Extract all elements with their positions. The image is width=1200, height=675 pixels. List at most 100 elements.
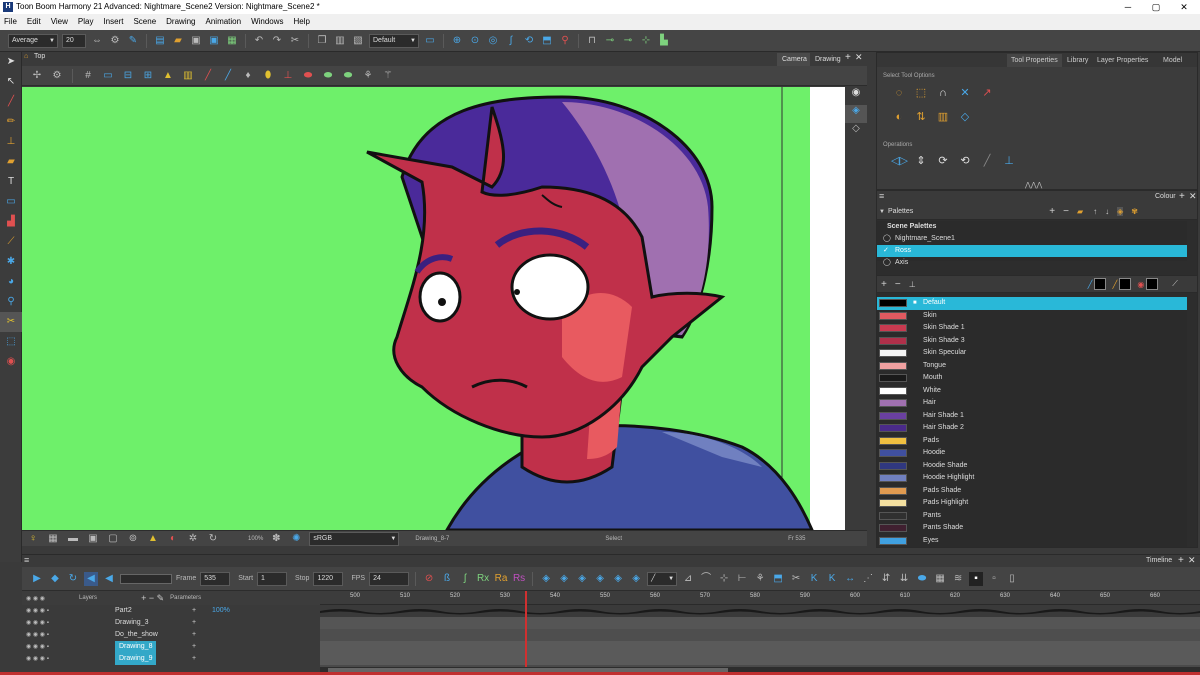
add-tab-icon[interactable]: + (1178, 555, 1184, 566)
palette-preset-select[interactable]: Default ▼ (369, 33, 419, 48)
motion-icon[interactable]: ⬒ (771, 572, 785, 586)
view-mode-2-icon[interactable]: ▫ (987, 572, 1001, 586)
palette-style-icon[interactable]: ✾ (1131, 207, 1138, 216)
puppet-icon[interactable]: ⚘ (361, 69, 375, 83)
maximize-icon[interactable]: ▢ (1146, 0, 1166, 14)
layer-row[interactable]: ◉ ◉ ◉ ▪ Drawing_3 + (22, 617, 320, 629)
swatch-item[interactable]: Hoodie Highlight (877, 472, 1187, 485)
circles-icon[interactable]: ⊚ (126, 532, 140, 546)
swatch-item[interactable]: Skin (877, 310, 1187, 323)
layer-expand-icon[interactable]: + (192, 617, 196, 629)
swatch-item[interactable]: Skin Specular (877, 347, 1187, 360)
pencil-icon[interactable]: ✏ (0, 112, 22, 132)
tab-close-icon[interactable]: ✕ (1188, 555, 1196, 566)
rotate-ccw-icon[interactable]: ⟲ (957, 153, 973, 169)
layer-toggle-icon[interactable]: ◉ ◉ ◉ ▪ (26, 629, 49, 641)
new-scene-icon[interactable]: ▤ (153, 34, 167, 48)
minimize-icon[interactable]: ─ (1118, 0, 1138, 14)
table-icon[interactable]: ▦ (933, 572, 947, 586)
move-up-icon[interactable]: ↑ (1093, 207, 1097, 216)
stop-motion-icon[interactable]: ⊹ (717, 572, 731, 586)
sort-2-icon[interactable]: ⇊ (897, 572, 911, 586)
ease-select[interactable]: ╱ ▼ (647, 571, 678, 586)
panel-resize-handle[interactable]: ⋀⋀⋀ (1025, 181, 1042, 189)
collapse-icon[interactable]: ▼ (879, 209, 885, 215)
swatch-item[interactable]: Pants (877, 510, 1187, 523)
brush-preset-select[interactable]: Average ▼ (8, 33, 58, 48)
scroll-icon[interactable]: ≋ (951, 572, 965, 586)
safe-area-icon[interactable]: ▭ (101, 69, 115, 83)
drag-icon[interactable]: ⋰ (861, 572, 875, 586)
swatch-item[interactable]: White (877, 385, 1187, 398)
menu-file[interactable]: File (4, 14, 17, 30)
swatch-item[interactable]: Pads (877, 435, 1187, 448)
fps-field[interactable]: 24 (369, 571, 410, 586)
palette-lock-icon[interactable]: ◈ (1117, 207, 1124, 216)
play-icon[interactable]: ▶ (30, 572, 44, 586)
cycle-icon[interactable]: ⚘ (753, 572, 767, 586)
frames-area[interactable] (320, 591, 1200, 667)
swatch-item[interactable]: Hair Shade 2 (877, 422, 1187, 435)
stamp-icon[interactable]: ⊥ (0, 132, 22, 152)
grid-icon[interactable]: # (81, 69, 95, 83)
kf-next-icon[interactable]: K (825, 572, 839, 586)
pot-colour-chip[interactable] (1146, 278, 1159, 290)
onion-green-icon[interactable]: ʃ (458, 572, 472, 586)
flip-h-icon[interactable]: ◁▷ (891, 153, 908, 169)
line-blue-icon[interactable]: ╱ (221, 69, 235, 83)
lasso-icon[interactable]: ◌ (891, 85, 907, 101)
panel-menu-icon[interactable]: ≡ (879, 191, 884, 201)
link-icon[interactable]: ⊸ (603, 34, 617, 48)
cutter-icon[interactable]: ✂ (0, 312, 22, 332)
pivot-icon[interactable]: ↔ (843, 572, 857, 586)
brush-size-field[interactable]: 20 (62, 33, 86, 48)
marquee-icon[interactable]: ⬚ (913, 85, 929, 101)
folder-icon[interactable]: ▰ (1077, 207, 1083, 216)
red-plate-icon[interactable]: ⬬ (301, 69, 315, 83)
menu-edit[interactable]: Edit (27, 14, 41, 30)
add-tab-icon[interactable]: + (845, 52, 851, 63)
eyedropper-icon[interactable]: ╱ (1088, 280, 1093, 289)
sound-scrub-icon[interactable]: ◀ (102, 572, 116, 586)
tab-layer-properties[interactable]: Layer Properties (1093, 54, 1152, 67)
pot-icon[interactable]: ◉ (1137, 280, 1144, 289)
kinematic-icon[interactable]: ⊹ (639, 34, 653, 48)
stop-field[interactable]: 1220 (313, 571, 344, 586)
tab-close-icon[interactable]: ✕ (855, 52, 863, 63)
layer-row[interactable]: ◉ ◉ ◉ ▪ Drawing_9 + (22, 653, 320, 665)
cut-frames-icon[interactable]: ✂ (789, 572, 803, 586)
onion-red-icon[interactable]: ⊘ (422, 572, 436, 586)
onion-blue-icon[interactable]: ß (440, 572, 454, 586)
menu-windows[interactable]: Windows (251, 14, 283, 30)
green-plate-icon[interactable]: ⬬ (321, 69, 335, 83)
cel-mark-icon[interactable]: ◈ (611, 572, 625, 586)
view-mode-icon[interactable]: ▣ (86, 532, 100, 546)
curve-icon[interactable]: ⌒ (699, 572, 713, 586)
paint-bucket-icon[interactable]: ▟ (0, 212, 22, 232)
light-table-icon[interactable]: ⊞ (141, 69, 155, 83)
swatch-item[interactable]: Hair (877, 397, 1187, 410)
menu-scene[interactable]: Scene (133, 14, 156, 30)
red-arrow-icon[interactable]: ↗ (979, 85, 995, 101)
monitor-icon[interactable]: ▭ (423, 34, 437, 48)
flower-icon[interactable]: ✽ (269, 532, 283, 546)
palette-item[interactable]: ◯ Axis (877, 257, 1187, 269)
rotate-cw-icon[interactable]: ⟳ (935, 153, 951, 169)
settings-wheel-icon[interactable]: ✲ (186, 532, 200, 546)
colorspace-select[interactable]: sRGB ▼ (309, 531, 400, 546)
lock-icon[interactable]: ▲ (161, 69, 175, 83)
transform-icon[interactable]: ⊕ (450, 34, 464, 48)
perspective-icon[interactable]: ⬚ (0, 332, 22, 352)
burst-icon[interactable]: ✺ (289, 532, 303, 546)
eye-icon[interactable]: ◉ (845, 87, 867, 105)
deform-icon[interactable]: ⟲ (522, 34, 536, 48)
reset-view-icon[interactable]: ✢ (30, 69, 44, 83)
menu-animation[interactable]: Animation (206, 14, 242, 30)
swatch-item[interactable]: Hoodie Shade (877, 460, 1187, 473)
gear-icon[interactable]: ⚙ (108, 34, 122, 48)
link-colours-icon[interactable]: ⟋ (1172, 279, 1178, 289)
peg-icon[interactable]: ◎ (486, 34, 500, 48)
remove-palette-icon[interactable]: − (1063, 206, 1069, 217)
menu-insert[interactable]: Insert (103, 14, 123, 30)
egg-icon[interactable]: ⬮ (261, 69, 275, 83)
